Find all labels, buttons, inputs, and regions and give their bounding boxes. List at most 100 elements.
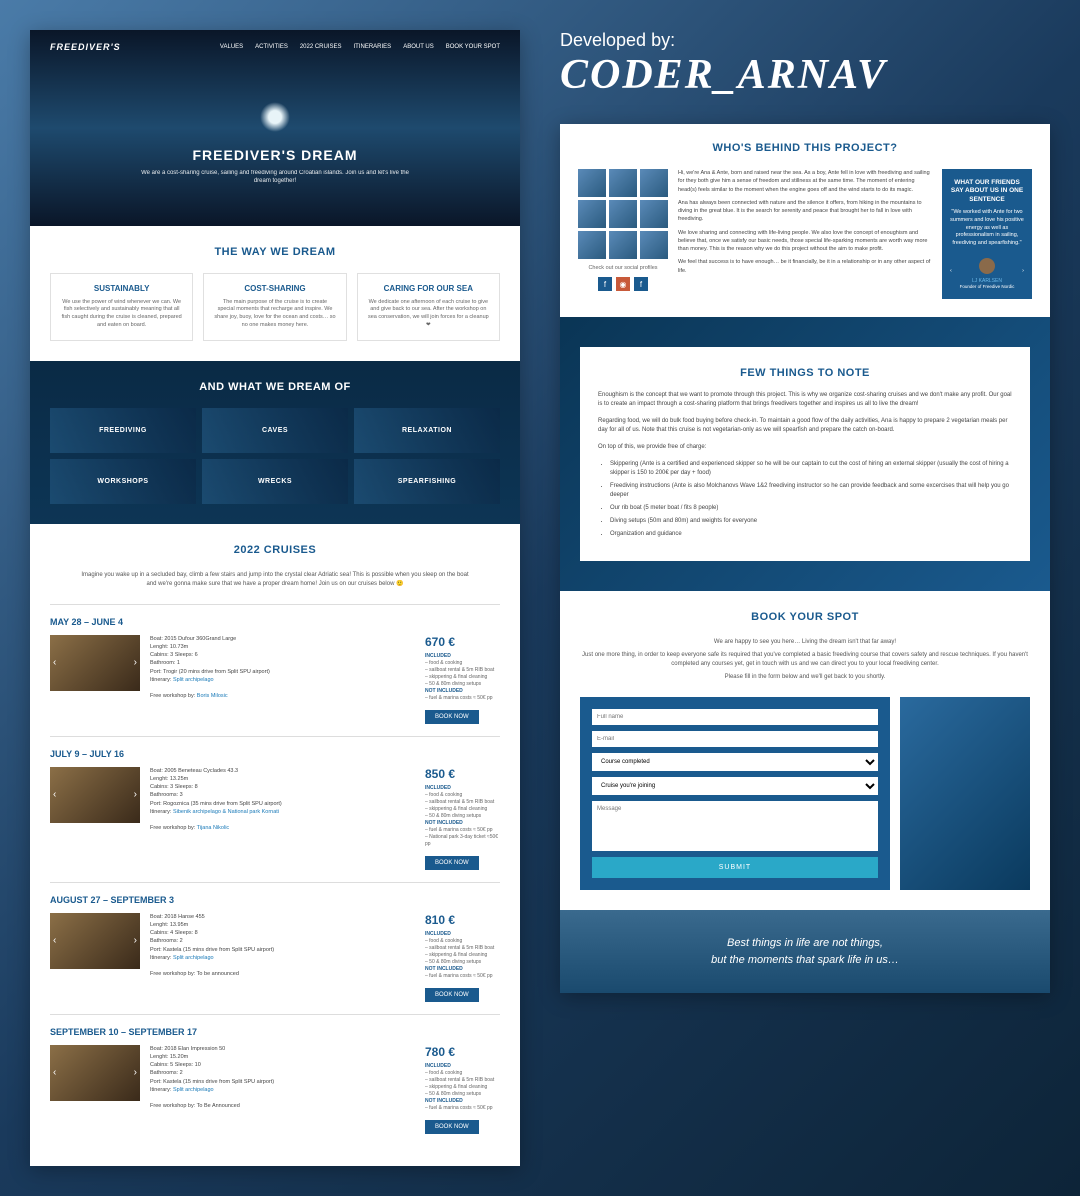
testimonial-prev-icon[interactable]: ‹ (950, 268, 952, 274)
photo (609, 231, 637, 259)
form-image (900, 697, 1030, 890)
testimonial-text: "We worked with Ante for two summers and… (950, 209, 1024, 247)
nav-book[interactable]: BOOK YOUR SPOT (446, 44, 500, 50)
booking-form: Course completed Cruise you're joining S… (580, 697, 890, 890)
testimonial-card: WHAT OUR FRIENDS SAY ABOUT US IN ONE SEN… (942, 169, 1032, 299)
cruise-details: Boat: 2018 Elan Impression 50Lenght: 15.… (150, 1045, 415, 1134)
fullname-input[interactable] (592, 709, 878, 725)
prev-arrow-icon[interactable]: ‹ (53, 789, 56, 800)
activity-tile[interactable]: SPEARFISHING (354, 459, 500, 504)
behind-p2: Ana has always been connected with natur… (678, 199, 932, 224)
cruise-details: Boat: 2018 Hanse 455Lenght: 13.95mCabins… (150, 913, 415, 1002)
photo (578, 169, 606, 197)
quote-l1: Best things in life are not things, (585, 935, 1025, 952)
next-arrow-icon[interactable]: › (134, 789, 137, 800)
card-text: We dedicate one afternoon of each cruise… (368, 299, 489, 330)
nav-cruises[interactable]: 2022 CRUISES (300, 44, 342, 50)
dev-label: Developed by: (560, 30, 1050, 51)
prev-arrow-icon[interactable]: ‹ (53, 1067, 56, 1078)
cruises-section: 2022 CRUISES Imagine you wake up in a se… (30, 524, 520, 1166)
nav-values[interactable]: VALUES (220, 44, 243, 50)
book-now-button[interactable]: BOOK NOW (425, 710, 479, 724)
notes-li3: Our rib boat (5 meter boat / fits 8 peop… (610, 504, 1012, 513)
itinerary-link[interactable]: Split archipelago (173, 677, 214, 683)
book-now-button[interactable]: BOOK NOW (425, 1120, 479, 1134)
dream-card: COST-SHARINGThe main purpose of the crui… (203, 273, 346, 341)
activity-tile[interactable]: FREEDIVING (50, 408, 196, 453)
footer-quote: Best things in life are not things, but … (560, 910, 1050, 993)
next-arrow-icon[interactable]: › (134, 657, 137, 668)
testimonial-next-icon[interactable]: › (1022, 268, 1024, 274)
photo (640, 231, 668, 259)
hero-subtitle: We are a cost-sharing cruise, sailing an… (140, 169, 410, 186)
photo (640, 200, 668, 228)
behind-p4: We feel that success is to have enough… … (678, 258, 932, 275)
message-input[interactable] (592, 801, 878, 851)
cruise-details: Boat: 2005 Beneteau Cyclades 43.3Lenght:… (150, 767, 415, 870)
notes-p2: Regarding food, we will do bulk food buy… (598, 417, 1012, 435)
photo (578, 200, 606, 228)
dream-card: SUSTAINABLY We use the power of wind when… (50, 273, 193, 341)
card-text: We use the power of wind whenever we can… (61, 299, 182, 330)
cruise-date: MAY 28 – JUNE 4 (50, 617, 500, 627)
facebook-icon[interactable]: f (598, 277, 612, 291)
submit-button[interactable]: SUBMIT (592, 857, 878, 878)
nav-activities[interactable]: ACTIVITIES (255, 44, 288, 50)
nav-itineraries[interactable]: ITINERARIES (354, 44, 392, 50)
workshop-link[interactable]: Boris Milosic (197, 693, 228, 699)
dream-card: CARING FOR OUR SEA We dedicate one aftern… (357, 273, 500, 341)
behind-section: WHO'S BEHIND THIS PROJECT? Check out our… (560, 124, 1050, 317)
next-arrow-icon[interactable]: › (134, 1067, 137, 1078)
workshop-link[interactable]: Tijana Nikolic (197, 825, 230, 831)
book-now-button[interactable]: BOOK NOW (425, 988, 479, 1002)
cruises-title: 2022 CRUISES (50, 544, 500, 556)
cruise-date: JULY 9 – JULY 16 (50, 749, 500, 759)
notes-li2: Freediving instructions (Ante is also Mo… (610, 482, 1012, 500)
cruise-image: ‹› (50, 1045, 140, 1101)
notes-li1: Skippering (Ante is a certified and expe… (610, 460, 1012, 478)
course-select[interactable]: Course completed (592, 753, 878, 771)
testimonial-heading: WHAT OUR FRIENDS SAY ABOUT US IN ONE SEN… (950, 179, 1024, 204)
notes-title: FEW THINGS TO NOTE (598, 365, 1012, 382)
card-title: COST-SHARING (214, 284, 335, 293)
prev-arrow-icon[interactable]: ‹ (53, 935, 56, 946)
cruise-item: MAY 28 – JUNE 4 ‹› Boat: 2015 Dufour 360… (50, 604, 500, 736)
avatar (979, 258, 995, 274)
cruise-date: AUGUST 27 – SEPTEMBER 3 (50, 895, 500, 905)
cruise-select[interactable]: Cruise you're joining (592, 777, 878, 795)
logo[interactable]: FREEDIVER'S (50, 42, 121, 52)
prev-arrow-icon[interactable]: ‹ (53, 657, 56, 668)
card-title: SUSTAINABLY (61, 284, 182, 293)
dev-name: CODER_ARNAV (560, 51, 1050, 99)
activity-tile[interactable]: WORKSHOPS (50, 459, 196, 504)
book-section: BOOK YOUR SPOT We are happy to see you h… (560, 591, 1050, 910)
book-p2: Just one more thing, in order to keep ev… (580, 651, 1030, 669)
activity-tile[interactable]: RELAXATION (354, 408, 500, 453)
cruise-image: ‹› (50, 635, 140, 691)
itinerary-link[interactable]: Sibenik archipelago & National park Korn… (173, 809, 279, 815)
behind-p3: We love sharing and connecting with life… (678, 229, 932, 254)
nav-about[interactable]: ABOUT US (403, 44, 434, 50)
facebook2-icon[interactable]: f (634, 277, 648, 291)
hero-title: FREEDIVER'S DREAM (50, 147, 500, 163)
email-input[interactable] (592, 731, 878, 747)
top-nav: FREEDIVER'S VALUES ACTIVITIES 2022 CRUIS… (50, 42, 500, 52)
developer-credit: Developed by: CODER_ARNAV (560, 30, 1050, 99)
book-title: BOOK YOUR SPOT (580, 611, 1030, 623)
next-arrow-icon[interactable]: › (134, 935, 137, 946)
photo (609, 200, 637, 228)
itinerary-link[interactable]: Split archipelago (173, 1087, 214, 1093)
activity-tile[interactable]: WRECKS (202, 459, 348, 504)
book-p3: Please fill in the form below and we'll … (580, 673, 1030, 682)
instagram-icon[interactable]: ◉ (616, 277, 630, 291)
dreamof-section: AND WHAT WE DREAM OF FREEDIVINGCAVESRELA… (30, 361, 520, 524)
cruise-image: ‹› (50, 913, 140, 969)
itinerary-link[interactable]: Split archipelago (173, 955, 214, 961)
book-now-button[interactable]: BOOK NOW (425, 856, 479, 870)
activity-tile[interactable]: CAVES (202, 408, 348, 453)
hero-section: FREEDIVER'S VALUES ACTIVITIES 2022 CRUIS… (30, 30, 520, 226)
cruise-item: AUGUST 27 – SEPTEMBER 3 ‹› Boat: 2018 Ha… (50, 882, 500, 1014)
cruise-price: 780 € (425, 1045, 500, 1059)
card-title: CARING FOR OUR SEA (368, 284, 489, 293)
notes-li5: Organization and guidance (610, 530, 1012, 539)
